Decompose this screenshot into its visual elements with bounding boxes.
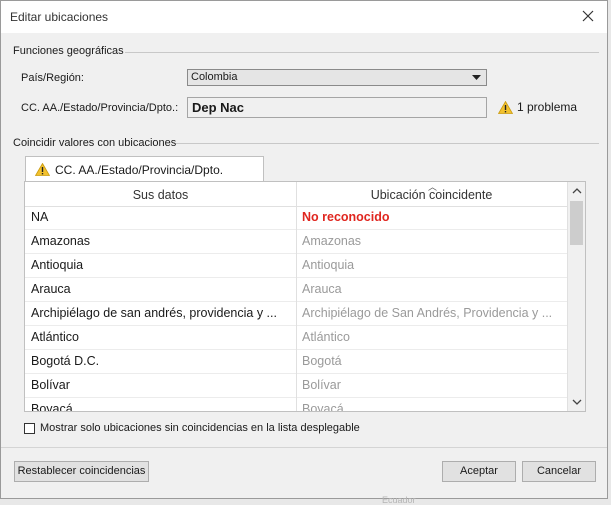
column-separator (296, 374, 297, 398)
scroll-up-icon[interactable] (572, 186, 582, 196)
scroll-down-icon[interactable] (572, 397, 582, 407)
column-separator (296, 350, 297, 374)
geo-section-title: Funciones geográficas (13, 45, 124, 57)
table-row[interactable]: Bogotá D.C. Bogotá (25, 350, 567, 374)
chevron-down-icon (472, 75, 481, 80)
title-bar: Editar ubicaciones (1, 1, 607, 33)
state-field[interactable]: Dep Nac (187, 97, 487, 118)
reset-matches-button[interactable]: Restablecer coincidencias (14, 461, 149, 482)
unrecognized-match-cell[interactable]: No reconocido (302, 206, 560, 230)
column-separator (296, 326, 297, 350)
your-data-cell: Antioquia (31, 258, 84, 272)
ok-button[interactable]: Aceptar (442, 461, 516, 482)
matched-location-cell[interactable]: Bogotá (302, 350, 560, 374)
state-field-value: Dep Nac (192, 100, 245, 115)
table-row[interactable]: Antioquia Antioquia (25, 254, 567, 278)
matched-location-cell[interactable]: Boyacá (302, 398, 560, 411)
table-row[interactable]: Amazonas Amazonas (25, 230, 567, 254)
column-separator (296, 230, 297, 254)
matched-location-cell[interactable]: Arauca (302, 278, 560, 302)
table-row[interactable]: Arauca Arauca (25, 278, 567, 302)
table-row[interactable]: Atlántico Atlántico (25, 326, 567, 350)
cancel-button[interactable]: Cancelar (522, 461, 596, 482)
your-data-cell: Bogotá D.C. (31, 354, 100, 368)
unmatched-only-checkbox[interactable] (24, 422, 35, 434)
problem-text: 1 problema (517, 100, 578, 114)
section-divider (176, 143, 599, 144)
table-row[interactable]: NA No reconocido (25, 206, 567, 230)
sort-caret-icon: ︿ (428, 182, 438, 192)
matched-location-cell[interactable]: Bolívar (302, 374, 560, 398)
tab-state[interactable]: CC. AA./Estado/Provincia/Dpto. (25, 156, 264, 182)
your-data-cell: Amazonas (31, 234, 91, 248)
problem-indicator[interactable]: 1 problema (498, 100, 577, 114)
your-data-cell: Bolívar (31, 378, 70, 392)
your-data-cell: Arauca (31, 282, 71, 296)
vertical-scrollbar[interactable] (567, 182, 585, 411)
scrollbar-thumb[interactable] (570, 201, 583, 245)
column-separator (296, 278, 297, 302)
matched-location-cell[interactable]: Atlántico (302, 326, 560, 350)
country-select[interactable]: Colombia (187, 69, 487, 86)
your-data-cell: Archipiélago de san andrés, providencia … (31, 306, 277, 320)
country-label: País/Región: (21, 72, 84, 84)
column-separator (296, 254, 297, 278)
unmatched-only-label: Mostrar solo ubicaciones sin coincidenci… (40, 422, 360, 434)
column-header-data[interactable]: Sus datos (25, 182, 297, 206)
matched-location-cell[interactable]: Antioquia (302, 254, 560, 278)
column-separator (296, 302, 297, 326)
warning-icon (498, 100, 513, 114)
warning-icon (35, 163, 50, 176)
column-separator (296, 398, 297, 411)
footer-divider (1, 447, 607, 448)
dialog-title: Editar ubicaciones (10, 10, 109, 24)
state-label: CC. AA./Estado/Provincia/Dpto.: (21, 102, 179, 114)
background-map-label: Ecuador (382, 495, 416, 505)
matched-location-cell[interactable]: Amazonas (302, 230, 560, 254)
match-section-title: Coincidir valores con ubicaciones (13, 137, 177, 149)
table-row[interactable]: Archipiélago de san andrés, providencia … (25, 302, 567, 326)
close-icon[interactable] (580, 8, 596, 24)
edit-locations-dialog: Editar ubicaciones Funciones geográficas… (0, 0, 608, 499)
your-data-cell: Boyacá (31, 402, 73, 412)
tab-label: CC. AA./Estado/Provincia/Dpto. (55, 162, 224, 177)
table-row[interactable]: Boyacá Boyacá (25, 398, 567, 412)
matched-location-cell[interactable]: Archipiélago de San Andrés, Providencia … (302, 302, 560, 326)
table-row[interactable]: Bolívar Bolívar (25, 374, 567, 398)
column-separator (296, 206, 297, 230)
your-data-cell: NA (31, 210, 49, 224)
location-match-table: Sus datos Ubicación coincidente ︿ NA No r… (24, 181, 586, 412)
section-divider (125, 52, 599, 53)
unmatched-only-option[interactable]: Mostrar solo ubicaciones sin coincidenci… (24, 422, 360, 434)
table-header: Sus datos Ubicación coincidente ︿ (25, 182, 567, 207)
table-body: NA No reconocido Amazonas Amazonas Antioquia… (25, 206, 567, 412)
your-data-cell: Atlántico (31, 330, 79, 344)
country-select-value: Colombia (191, 71, 238, 83)
